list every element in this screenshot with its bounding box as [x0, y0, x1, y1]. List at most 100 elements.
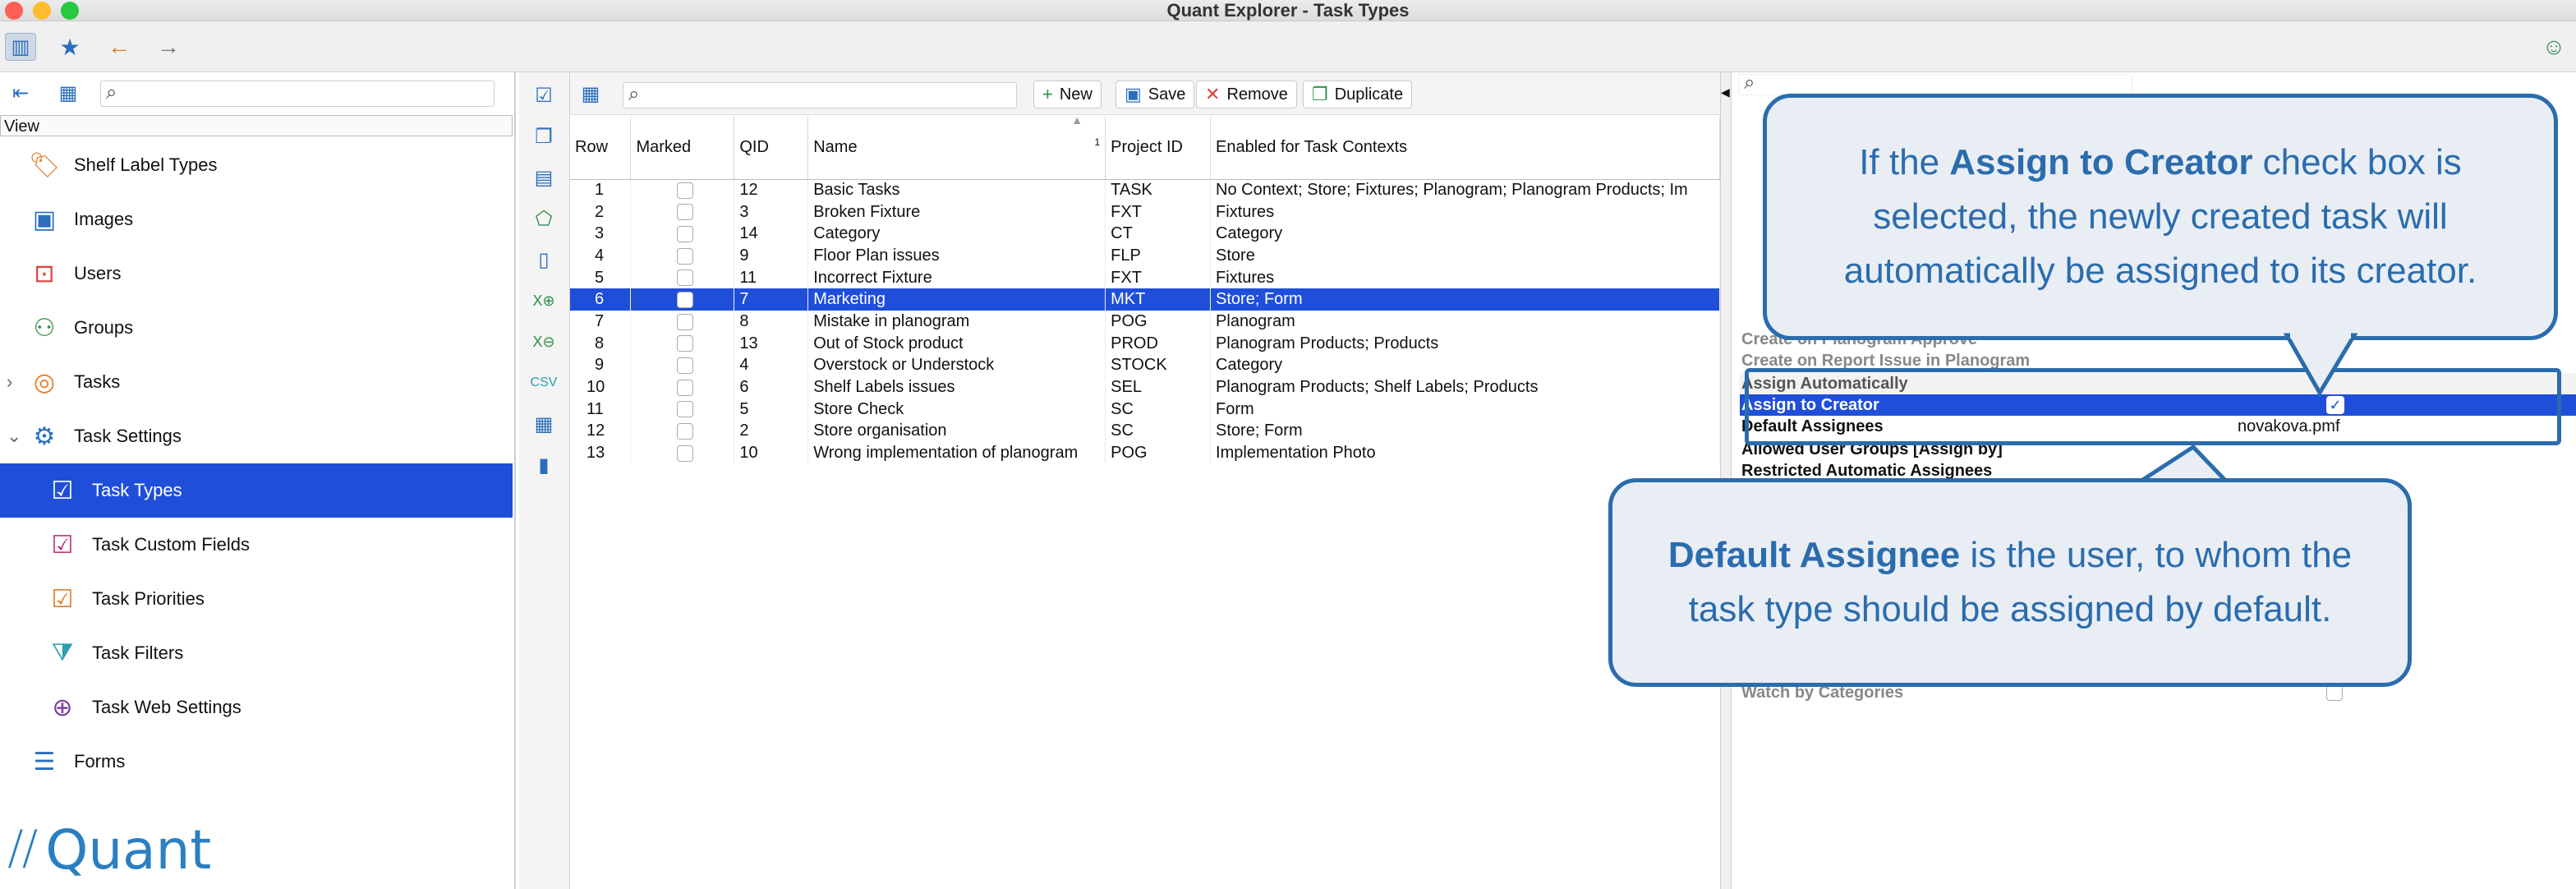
duplicate-button-label: Duplicate — [1334, 85, 1404, 104]
groups-icon: ⚇ — [33, 314, 56, 342]
marked-cell — [630, 245, 735, 267]
checklist-icon[interactable]: ☑ — [527, 79, 560, 112]
highlight-frame — [1745, 368, 2561, 445]
project-id-cell: PROD — [1105, 332, 1212, 355]
marked-checkbox[interactable] — [676, 247, 693, 265]
table-row[interactable]: 1 12 Basic Tasks TASK No Context; Store; Fix… — [570, 179, 1720, 201]
table-row[interactable]: 10 6 Shelf Labels issues SEL Planogram Produ… — [570, 376, 1720, 398]
forward-arrow-icon[interactable]: → — [153, 33, 184, 61]
nav-item-forms[interactable]: ☰ Forms — [0, 735, 513, 789]
save-button[interactable]: ▣ Save — [1116, 81, 1195, 108]
project-id-cell: FLP — [1105, 245, 1212, 267]
table-row[interactable]: 11 5 Store Check SC Form — [570, 398, 1720, 421]
nav-item-label: Task Priorities — [92, 588, 205, 609]
contexts-cell: Store; Form — [1210, 420, 1720, 443]
nav-item-users[interactable]: ⊡ Users — [0, 246, 513, 301]
table-row[interactable]: 3 14 Category CT Category — [570, 223, 1720, 246]
table-search-input[interactable]: ⌕ — [623, 82, 1017, 108]
callout-text-part: If the — [1859, 142, 1950, 182]
marked-checkbox[interactable] — [676, 204, 693, 221]
duplicate-button[interactable]: ❐ Duplicate — [1303, 81, 1413, 108]
nav-item-task-web-settings[interactable]: ⊕ Task Web Settings — [0, 680, 513, 735]
marked-checkbox[interactable] — [676, 313, 693, 330]
collapse-arrow-icon[interactable]: ◀ — [1721, 85, 1730, 99]
chevron-right-icon[interactable]: › — [7, 371, 12, 393]
chevron-down-icon[interactable]: ⌄ — [7, 426, 21, 447]
save-button-label: Save — [1148, 85, 1186, 104]
back-arrow-icon[interactable]: ← — [104, 33, 135, 61]
table-view-icon[interactable]: ▦ — [53, 79, 84, 107]
remove-button[interactable]: ✕ Remove — [1196, 81, 1297, 108]
nav-item-task-priorities[interactable]: ☑ Task Priorities — [0, 572, 513, 626]
table-row[interactable]: 9 4 Overstock or Understock STOCK Category — [570, 354, 1720, 377]
grid-options-icon[interactable]: ▦ — [575, 80, 606, 108]
task-types-table: Row Marked QID Name 1 ▲ Project ID Enabl… — [570, 113, 1720, 464]
row-number: 3 — [570, 223, 632, 246]
qid-cell: 5 — [734, 398, 809, 421]
marked-checkbox[interactable] — [676, 401, 693, 418]
csv-icon[interactable]: CSV — [527, 366, 560, 399]
nav-item-groups[interactable]: ⚇ Groups — [0, 301, 513, 355]
star-icon[interactable]: ★ — [54, 33, 85, 61]
nav-item-images[interactable]: ▣ Images — [0, 192, 513, 246]
marked-checkbox[interactable] — [676, 379, 693, 396]
nav-item-task-types[interactable]: ☑ Task Types — [0, 463, 513, 518]
new-button[interactable]: + New — [1033, 81, 1102, 108]
column-header-row[interactable]: Row — [570, 117, 632, 180]
callout-bold-text: Assign to Creator — [1949, 142, 2253, 182]
marked-checkbox[interactable] — [676, 225, 693, 242]
project-id-cell: FXT — [1105, 200, 1212, 223]
table-row[interactable]: 4 9 Floor Plan issues FLP Store — [570, 245, 1720, 267]
navigation-search-input[interactable]: ⌕ — [100, 81, 494, 107]
document-icon[interactable]: ▯ — [527, 243, 560, 276]
table-row[interactable]: 5 11 Incorrect Fixture FXT Fixtures — [570, 266, 1720, 289]
name-cell: Mistake in planogram — [807, 311, 1106, 333]
table-row[interactable]: 13 10 Wrong implementation of planogram POG… — [570, 442, 1720, 464]
excel-import-icon[interactable]: X⊕ — [527, 284, 560, 317]
bar-chart-icon[interactable]: ▮ — [527, 449, 560, 481]
smiley-icon[interactable]: ☺ — [2538, 33, 2569, 61]
nav-item-label: Task Filters — [92, 643, 184, 663]
nav-item-label: Groups — [74, 317, 134, 338]
column-header-qid[interactable]: QID — [734, 117, 809, 180]
task-types-icon: ☑ — [51, 477, 74, 504]
marked-checkbox[interactable] — [676, 357, 693, 375]
column-header-marked[interactable]: Marked — [630, 117, 735, 180]
nav-item-task-settings[interactable]: ⌄ ⚙ Task Settings — [0, 409, 513, 463]
row-number: 1 — [570, 179, 632, 201]
nav-item-task-filters[interactable]: ⧩ Task Filters — [0, 626, 513, 680]
marked-checkbox[interactable] — [676, 182, 693, 199]
copy-icon[interactable]: ❐ — [527, 120, 560, 153]
column-header-project-id[interactable]: Project ID — [1105, 117, 1212, 180]
contexts-cell: Planogram — [1210, 311, 1720, 333]
quant-logo-icon: ⧸⧸ — [8, 826, 38, 873]
marked-cell — [630, 354, 735, 377]
tag-icon[interactable]: ⬠ — [527, 202, 560, 235]
table-row[interactable]: 12 2 Store organisation SC Store; Form — [570, 420, 1720, 443]
table-row[interactable]: 7 8 Mistake in planogram POG Planogram — [570, 311, 1720, 333]
marked-checkbox[interactable] — [676, 335, 693, 352]
table-row[interactable]: 8 13 Out of Stock product PROD Planogram Pro… — [570, 332, 1720, 355]
table-settings-icon[interactable]: ▦ — [527, 408, 560, 440]
view-label: View — [0, 115, 513, 136]
column-header-name[interactable]: Name 1 ▲ — [807, 113, 1106, 180]
collapse-tree-icon[interactable]: ⇤ — [5, 79, 36, 107]
excel-export-icon[interactable]: X⊖ — [527, 325, 560, 358]
app-toolbar: ▥ ★ ← → ☺ — [0, 21, 2576, 72]
marked-checkbox[interactable] — [676, 444, 693, 462]
marked-checkbox[interactable] — [676, 423, 693, 440]
watch-by-categories-checkbox[interactable] — [2326, 684, 2343, 701]
calendar-icon[interactable]: ▤ — [527, 161, 560, 194]
nav-item-label: Images — [74, 209, 134, 229]
properties-search-input[interactable]: ⌕ — [1738, 71, 2132, 95]
marked-checkbox[interactable] — [676, 269, 693, 287]
callout-text: Default Assignee is the user, to whom th… — [1637, 528, 2383, 637]
nav-item-tasks[interactable]: › ◎ Tasks — [0, 355, 513, 409]
table-row-selected[interactable]: 6 7 Marketing MKT Store; Form — [570, 288, 1720, 311]
nav-item-shelf-label-types[interactable]: 🏷 Shelf Label Types — [0, 138, 513, 192]
nav-item-task-custom-fields[interactable]: ☑ Task Custom Fields — [0, 518, 513, 572]
marked-checkbox[interactable] — [676, 292, 693, 308]
column-header-contexts[interactable]: Enabled for Task Contexts — [1210, 117, 1720, 180]
sidebar-toggle-icon[interactable]: ▥ — [5, 33, 36, 61]
table-row[interactable]: 2 3 Broken Fixture FXT Fixtures — [570, 200, 1720, 223]
